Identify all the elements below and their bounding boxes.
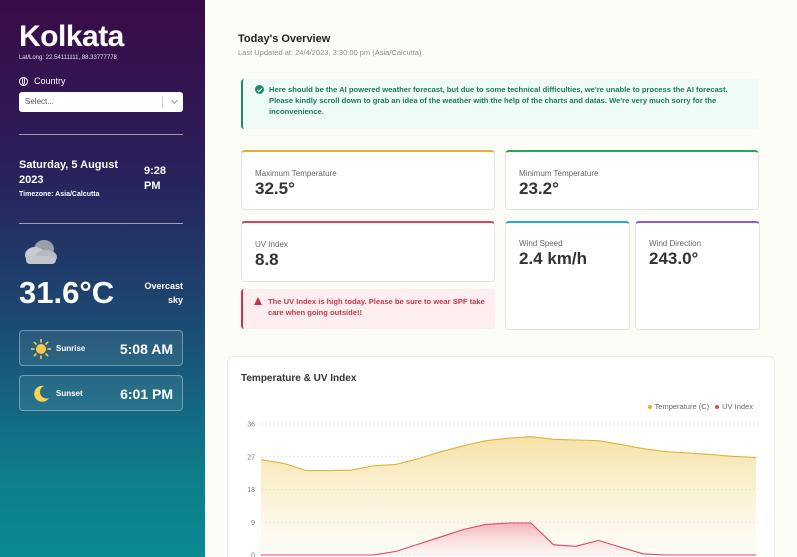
select-separator — [162, 96, 163, 108]
wind-direction-card: Wind Direction 243.0° — [635, 221, 760, 330]
globe-icon — [19, 76, 28, 86]
chevron-down-icon[interactable] — [170, 96, 179, 105]
current-temperature: 31.6°C — [19, 275, 115, 310]
weather-condition: Overcast sky — [144, 281, 183, 305]
country-select-value: Select... — [25, 97, 54, 106]
wind-speed-card: Wind Speed 2.4 km/h — [505, 221, 630, 330]
timezone: Timezone: Asia/Calcutta — [19, 191, 100, 198]
current-date: Saturday, 5 August 2023 — [19, 159, 119, 186]
wind-direction-label: Wind Direction — [649, 239, 702, 248]
notice-text: Here should be the AI powered weather fo… — [269, 85, 728, 116]
sunset-label: Sunset — [56, 389, 83, 398]
min-temp-value: 23.2° — [519, 179, 559, 198]
lat-long: Lat/Long: 22.54111111, 88.33777778 — [19, 55, 117, 61]
y-tick-label: 18 — [247, 487, 255, 494]
y-tick-label: 27 — [247, 454, 255, 461]
uv-warning-text: The UV Index is high today. Please be su… — [268, 297, 485, 317]
main-content: Today's Overview Last Updated at: 24/4/2… — [205, 0, 797, 557]
country-label-text: Country — [34, 76, 66, 86]
sidebar: Kolkata Lat/Long: 22.54111111, 88.337777… — [0, 0, 205, 557]
country-select[interactable]: Select... — [19, 92, 183, 112]
warning-icon — [254, 297, 262, 305]
uv-warning: The UV Index is high today. Please be su… — [241, 289, 495, 329]
sunset-time: 6:01 PM — [120, 386, 173, 402]
divider — [19, 223, 183, 224]
wind-speed-value: 2.4 km/h — [519, 249, 588, 268]
y-tick-label: 9 — [251, 520, 255, 527]
uv-index-value: 8.8 — [255, 250, 279, 269]
last-updated: Last Updated at: 24/4/2023, 3:30:00 pm (… — [238, 48, 422, 57]
page-title: Today's Overview — [238, 33, 331, 45]
uv-index-card: UV Index 8.8 — [241, 221, 495, 282]
max-temp-label: Maximum Temperature — [255, 169, 337, 178]
country-label: Country — [19, 76, 66, 86]
moon-icon — [34, 385, 49, 402]
uv-index-label: UV Index — [255, 240, 288, 249]
sunset-box: Sunset 6:01 PM — [19, 375, 183, 411]
min-temp-label: Minimum Temperature — [519, 169, 599, 178]
city-name: Kolkata — [19, 20, 124, 53]
sunrise-time: 5:08 AM — [119, 341, 173, 357]
max-temp-value: 32.5° — [255, 179, 295, 198]
wind-speed-label: Wind Speed — [519, 239, 563, 248]
current-time: 9:28 PM — [144, 165, 167, 192]
chart-card: Temperature & UV Index Temperature (C) U… — [227, 356, 775, 557]
max-temp-card: Maximum Temperature 32.5° — [241, 150, 495, 210]
sunrise-box: Sunrise 5:08 AM — [19, 330, 183, 366]
temperature-uv-chart: 0 9 18 27 36 — [247, 422, 760, 557]
divider — [19, 134, 183, 135]
y-tick-label: 36 — [247, 422, 255, 429]
check-circle-icon — [255, 85, 264, 94]
ai-forecast-notice: Here should be the AI powered weather fo… — [241, 79, 759, 129]
min-temp-card: Minimum Temperature 23.2° — [505, 150, 759, 210]
wind-direction-value: 243.0° — [649, 249, 699, 268]
cloud-icon — [25, 240, 57, 264]
sun-icon — [31, 339, 51, 359]
sunrise-label: Sunrise — [56, 344, 86, 353]
y-tick-label: 0 — [251, 553, 255, 557]
